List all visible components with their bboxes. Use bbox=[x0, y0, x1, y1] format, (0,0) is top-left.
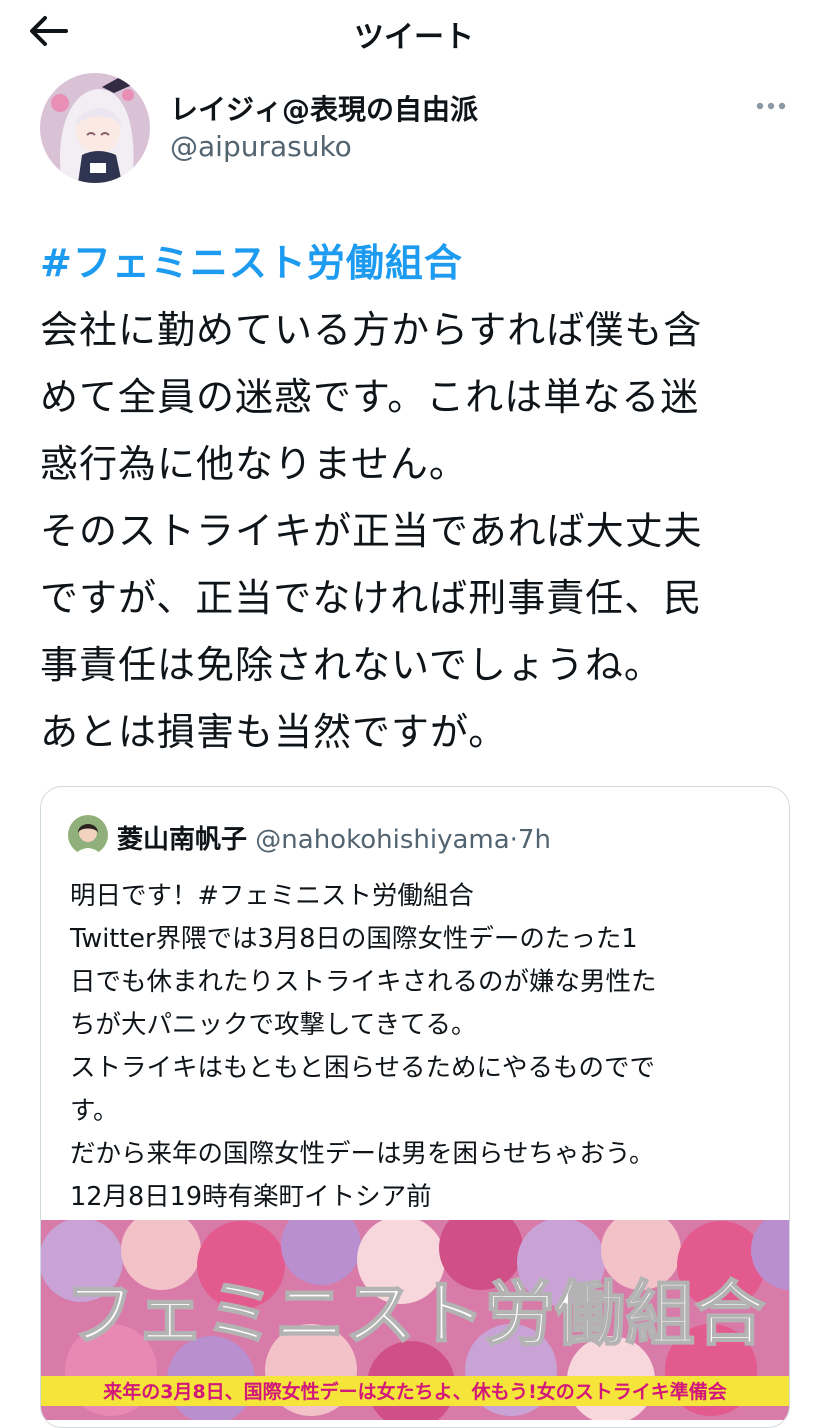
separator-dot: · bbox=[509, 825, 518, 855]
quoted-line: だから来年の国際女性デーは男を困らせちゃおう。 bbox=[70, 1139, 655, 1169]
tweet-line: ですが、正当でなければ刑事責任、民 bbox=[40, 576, 703, 620]
page-title: ツイート bbox=[354, 20, 474, 55]
tweet-line: 惑行為に他なりません。 bbox=[40, 442, 468, 486]
image-subtitle: 来年の3月8日、国際女性デーは女たちよ、休もう!女のストライキ準備会 bbox=[103, 1380, 727, 1403]
quoted-line: 12月8日19時有楽町イトシア前 bbox=[70, 1182, 432, 1212]
avatar-illustration bbox=[40, 73, 150, 183]
quoted-line: す。 bbox=[70, 1096, 119, 1126]
author-handle[interactable]: @aipurasuko bbox=[170, 130, 352, 163]
quoted-line: ストライキはもともと困らせるためにやるものでで bbox=[70, 1053, 655, 1083]
author-avatar[interactable] bbox=[40, 73, 150, 183]
quoted-avatar-photo bbox=[68, 815, 108, 855]
quoted-author-avatar[interactable] bbox=[68, 815, 108, 855]
tweet-line: 会社に勤めている方からすれば僕も含 bbox=[40, 308, 703, 352]
quoted-line: 明日です！#フェミニスト労働組合 bbox=[70, 881, 474, 911]
quoted-line: Twitter界隈では3月8日の国際女性デーのたった1 bbox=[70, 924, 638, 954]
quoted-tweet-header: 菱山南帆子 @nahokohishiyama·7h bbox=[117, 819, 551, 856]
hashtag-link[interactable]: #フェミニスト労働組合 bbox=[40, 230, 800, 297]
author-name[interactable]: レイジィ@表現の自由派 bbox=[170, 88, 478, 128]
quoted-author-handle[interactable]: @nahokohishiyama bbox=[255, 825, 509, 855]
quoted-tweet-card[interactable]: 菱山南帆子 @nahokohishiyama·7h 明日です！#フェミニスト労働… bbox=[40, 786, 790, 1428]
tweet-line: 事責任は免除されないでしょうね。 bbox=[40, 643, 663, 687]
top-bar: ツイート bbox=[0, 0, 828, 62]
more-options-icon[interactable] bbox=[756, 96, 786, 116]
image-title: フェミニスト労働組合 bbox=[65, 1273, 765, 1355]
quoted-tweet-time[interactable]: 7h bbox=[518, 825, 551, 855]
quoted-tweet-body: 明日です！#フェミニスト労働組合 Twitter界隈では3月8日の国際女性デーの… bbox=[70, 875, 770, 1219]
tweet-body: #フェミニスト労働組合 会社に勤めている方からすれば僕も含 めて全員の迷惑です。… bbox=[40, 230, 800, 766]
quoted-author-name[interactable]: 菱山南帆子 bbox=[117, 825, 247, 855]
quoted-line: ちが大パニックで攻撃してきてる。 bbox=[70, 1010, 477, 1040]
tweet-line: めて全員の迷惑です。これは単なる迷 bbox=[40, 375, 700, 419]
quoted-line: 日でも休まれたりストライキされるのが嫌な男性た bbox=[70, 967, 657, 997]
tweet-line: そのストライキが正当であれば大丈夫 bbox=[40, 509, 703, 553]
tweet-line: あとは損害も当然ですが。 bbox=[40, 710, 508, 754]
quoted-tweet-image[interactable]: フェミニスト労働組合 来年の3月8日、国際女性デーは女たちよ、休もう!女のストラ… bbox=[41, 1220, 789, 1420]
